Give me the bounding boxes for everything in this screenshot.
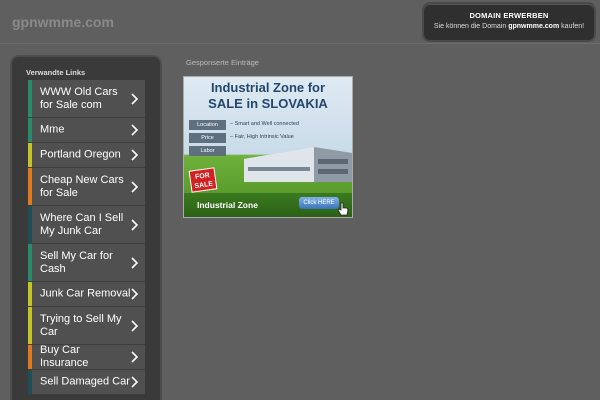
related-links-title: Verwandte Links bbox=[26, 68, 86, 77]
related-links-list: WWW Old Cars for Sale com Mme Portland Ore… bbox=[28, 80, 145, 395]
chevron-right-icon bbox=[131, 180, 139, 193]
related-links-panel: Verwandte Links WWW Old Cars for Sale co… bbox=[12, 57, 160, 400]
related-link-label: WWW Old Cars for Sale com bbox=[40, 85, 118, 111]
link-color-bar bbox=[28, 80, 32, 117]
related-link-label: Cheap New Cars for Sale bbox=[40, 173, 124, 199]
chevron-right-icon bbox=[131, 319, 139, 332]
link-color-bar bbox=[28, 244, 32, 281]
link-color-bar bbox=[28, 118, 32, 142]
chevron-right-icon bbox=[131, 124, 139, 136]
chevron-right-icon bbox=[131, 288, 139, 300]
header-bar: gpnwmme.com DOMAIN ERWERBEN Sie können d… bbox=[0, 0, 600, 44]
domain-name: gpnwmme.com bbox=[508, 23, 560, 30]
ad-footer: Industrial Zone Click HERE bbox=[184, 193, 352, 217]
related-link-item[interactable]: WWW Old Cars for Sale com bbox=[28, 80, 145, 118]
related-link-label: Junk Car Removal bbox=[40, 287, 131, 300]
link-color-bar bbox=[28, 206, 32, 243]
link-color-bar bbox=[28, 168, 32, 205]
related-link-label: Portland Oregon bbox=[40, 148, 121, 161]
sponsored-title: Gesponserte Einträge bbox=[186, 58, 259, 67]
related-link-item[interactable]: Buy Car Insurance bbox=[28, 344, 145, 370]
link-color-bar bbox=[28, 370, 32, 394]
related-link-item[interactable]: Cheap New Cars for Sale bbox=[28, 168, 145, 206]
related-link-item[interactable]: Sell Damaged Car bbox=[28, 370, 145, 395]
click-here-button[interactable]: Click HERE bbox=[299, 197, 339, 209]
related-link-item[interactable]: Where Can I Sell My Junk Car bbox=[28, 206, 145, 244]
related-link-label: Sell Damaged Car bbox=[40, 375, 130, 388]
site-title: gpnwmme.com bbox=[12, 14, 114, 30]
related-link-label: Buy Car Insurance bbox=[40, 344, 89, 369]
related-link-item[interactable]: Trying to Sell My Car bbox=[28, 307, 145, 345]
chevron-right-icon bbox=[131, 218, 139, 231]
link-color-bar bbox=[28, 345, 32, 369]
related-link-item[interactable]: Portland Oregon bbox=[28, 143, 145, 168]
buy-domain-title: DOMAIN ERWERBEN bbox=[469, 11, 549, 20]
link-color-bar bbox=[28, 282, 32, 306]
buy-domain-text: Sie können die Domain gpnwmme.com kaufen… bbox=[433, 23, 585, 30]
related-link-item[interactable]: Junk Car Removal bbox=[28, 282, 145, 307]
sponsored-ad-banner[interactable]: Industrial Zone for SALE in SLOVAKIA Loc… bbox=[183, 76, 353, 218]
buy-domain-box[interactable]: DOMAIN ERWERBEN Sie können die Domain gp… bbox=[424, 4, 594, 40]
chevron-right-icon bbox=[131, 256, 139, 269]
for-sale-badge: FOR SALE bbox=[188, 167, 218, 193]
related-link-item[interactable]: Sell My Car for Cash bbox=[28, 244, 145, 282]
hand-cursor-icon bbox=[337, 202, 349, 216]
related-link-label: Sell My Car for Cash bbox=[40, 249, 113, 275]
chevron-right-icon bbox=[131, 149, 139, 161]
chevron-right-icon bbox=[131, 376, 139, 388]
related-link-label: Trying to Sell My Car bbox=[40, 312, 122, 338]
related-link-item[interactable]: Mme bbox=[28, 118, 145, 143]
ad-headline: Industrial Zone for SALE in SLOVAKIA bbox=[208, 80, 328, 111]
link-color-bar bbox=[28, 307, 32, 344]
related-link-label: Mme bbox=[40, 123, 65, 136]
ad-footer-text: Industrial Zone bbox=[197, 200, 258, 210]
chevron-right-icon bbox=[131, 351, 139, 363]
link-color-bar bbox=[28, 143, 32, 167]
chevron-right-icon bbox=[131, 92, 139, 105]
related-link-label: Where Can I Sell My Junk Car bbox=[40, 211, 124, 237]
factory-building-image bbox=[244, 147, 352, 182]
